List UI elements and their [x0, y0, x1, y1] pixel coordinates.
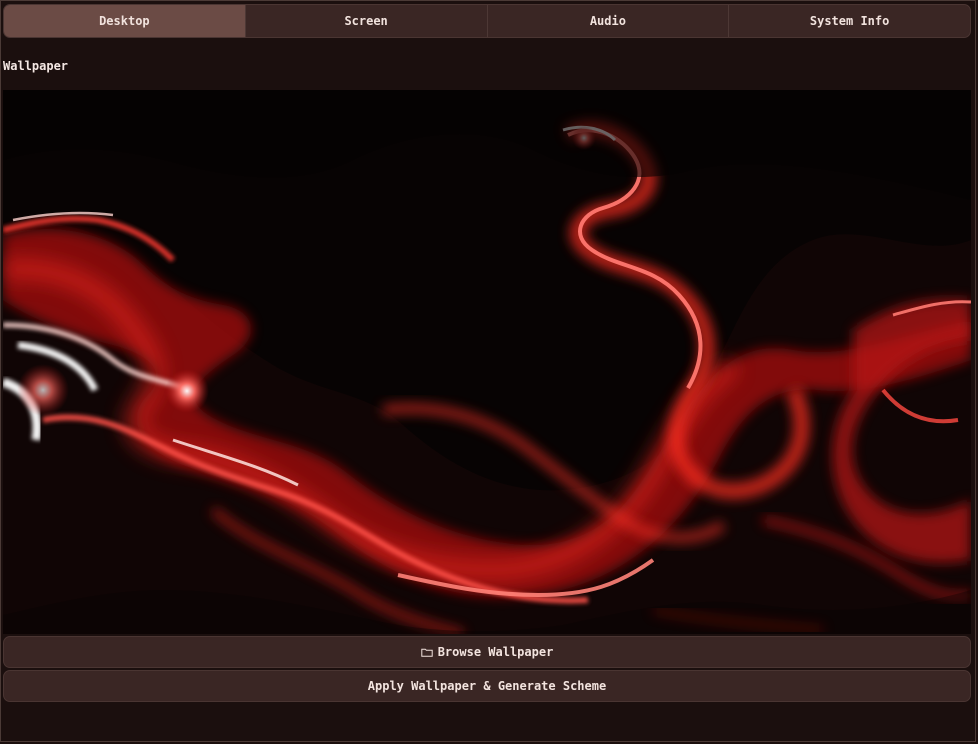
wallpaper-preview [3, 90, 971, 634]
tab-bar: Desktop Screen Audio System Info [3, 4, 971, 38]
browse-wallpaper-button[interactable]: Browse Wallpaper [3, 636, 971, 668]
tab-audio[interactable]: Audio [488, 5, 730, 37]
abstract-red-fluid-wallpaper-image [3, 90, 971, 634]
tab-screen[interactable]: Screen [246, 5, 488, 37]
tab-system-info[interactable]: System Info [729, 5, 970, 37]
folder-icon [421, 647, 433, 657]
apply-wallpaper-label: Apply Wallpaper & Generate Scheme [367, 679, 607, 693]
browse-wallpaper-label: Browse Wallpaper [437, 645, 554, 659]
wallpaper-section-label: Wallpaper [3, 59, 69, 73]
tab-desktop[interactable]: Desktop [4, 5, 246, 37]
apply-wallpaper-button[interactable]: Apply Wallpaper & Generate Scheme [3, 670, 971, 702]
